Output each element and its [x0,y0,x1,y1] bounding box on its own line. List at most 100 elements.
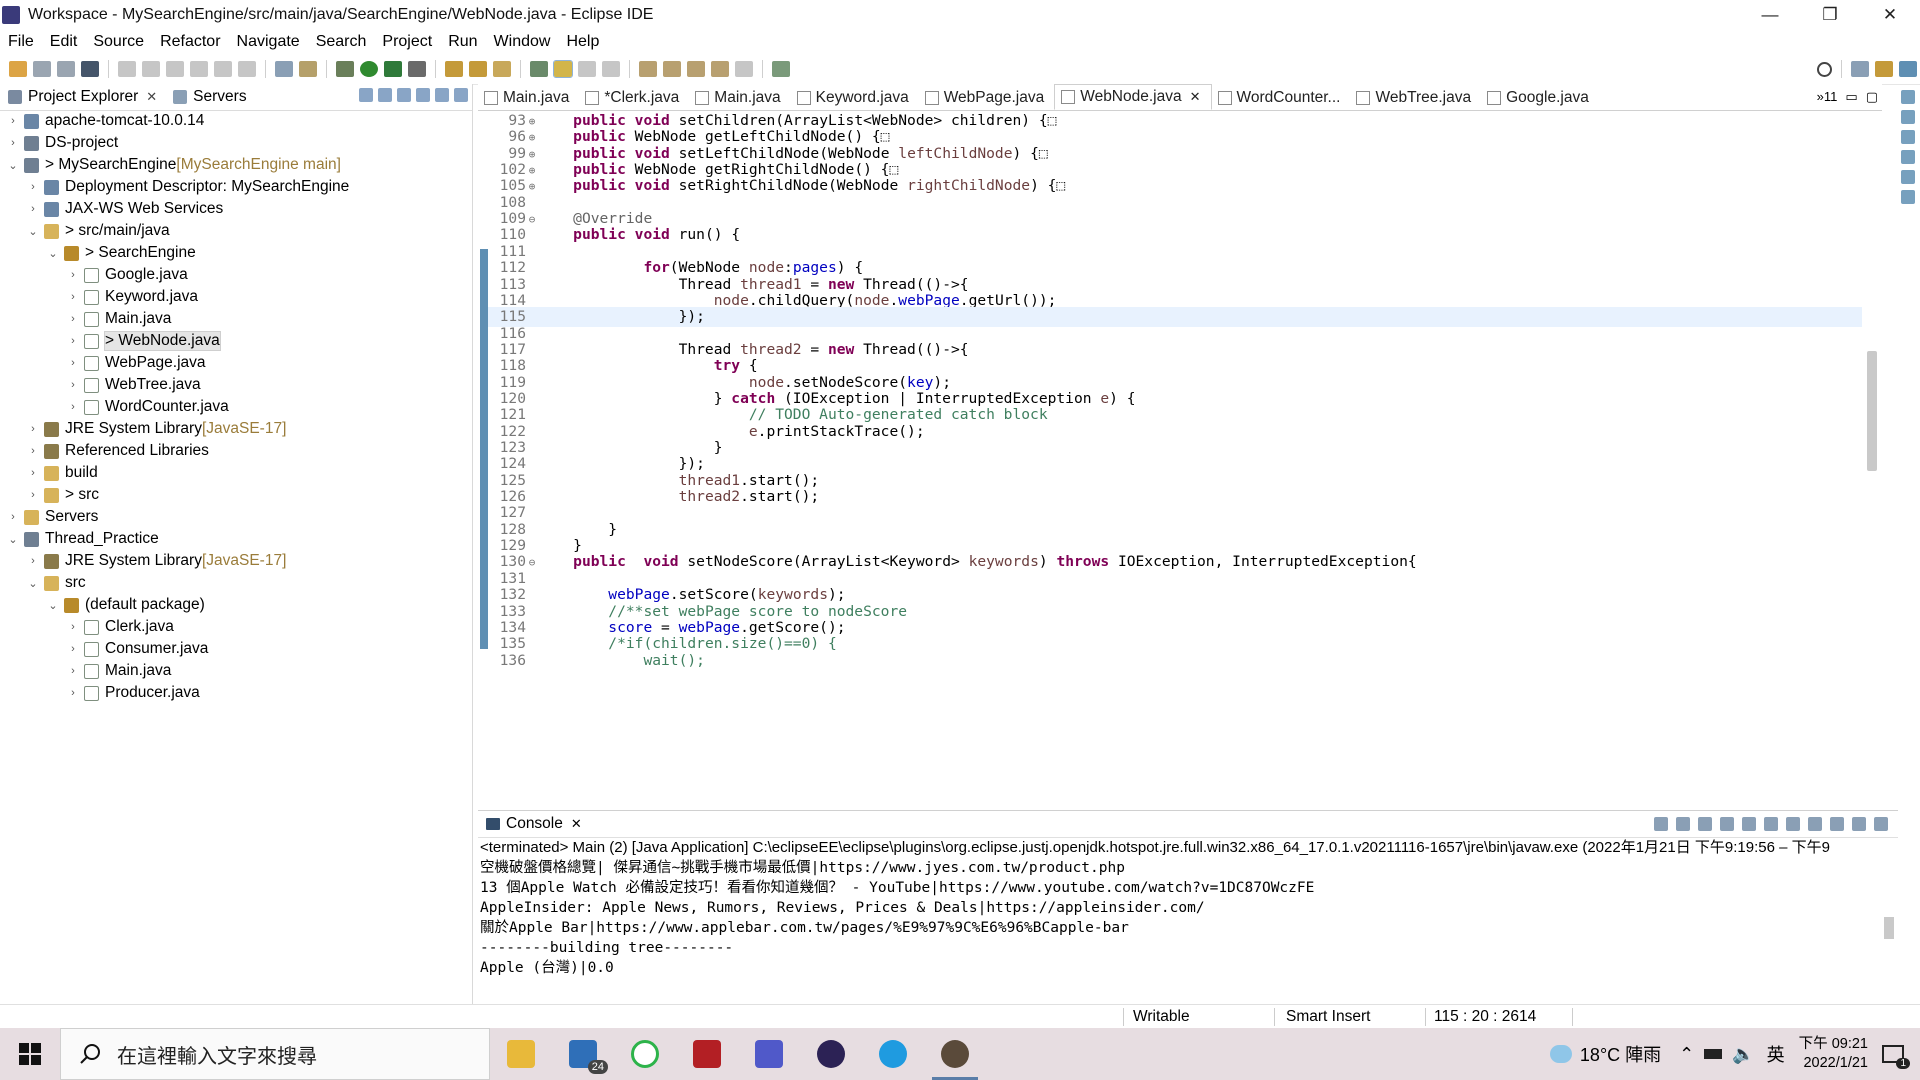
editor-tab[interactable]: Main.java [689,86,790,110]
tree-item[interactable]: › Keyword.java [0,286,472,308]
menu-edit[interactable]: Edit [42,33,86,51]
editor-tab[interactable]: WordCounter... [1212,86,1351,110]
editor-vertical-scrollbar[interactable] [1862,111,1882,788]
tree-item[interactable]: › Google.java [0,264,472,286]
tab-overflow[interactable]: »11 [1817,89,1838,105]
display-console-icon[interactable] [1808,817,1822,831]
new-java-project-icon[interactable] [445,61,463,77]
tree-item[interactable]: › Producer.java [0,682,472,704]
view-menu-icon[interactable] [416,88,430,102]
save-icon[interactable] [33,61,51,77]
open-type-icon[interactable] [469,61,487,77]
console-vertical-scrollbar[interactable] [1880,863,1898,989]
maximize-view-icon[interactable] [454,88,468,102]
search-icon[interactable] [1817,61,1832,77]
chevron-right-icon[interactable]: › [26,445,40,457]
menu-navigate[interactable]: Navigate [229,33,308,51]
eclipse-app[interactable] [800,1028,862,1080]
chevron-right-icon[interactable]: › [6,115,20,127]
tree-item[interactable]: ⌄ (default package) [0,594,472,616]
tree-item[interactable]: ⌄ > MySearchEngine [MySearchEngine main] [0,154,472,176]
chevron-right-icon[interactable]: › [26,467,40,479]
remove-all-icon[interactable] [1698,817,1712,831]
chevron-right-icon[interactable]: › [6,511,20,523]
tree-item[interactable]: › JAX-WS Web Services [0,198,472,220]
step-into-icon[interactable] [214,61,232,77]
coverage-icon[interactable] [384,61,402,77]
tree-item[interactable]: › Referenced Libraries [0,440,472,462]
search-toolbar-icon[interactable] [493,61,511,77]
clear-console-icon[interactable] [1720,817,1734,831]
maximize-view-icon[interactable] [1874,817,1888,831]
menu-window[interactable]: Window [486,33,559,51]
spotify-app[interactable] [614,1028,676,1080]
chevron-down-icon[interactable]: ⌄ [6,159,20,172]
menu-project[interactable]: Project [374,33,440,51]
menu-run[interactable]: Run [440,33,485,51]
javadoc-icon[interactable] [1901,150,1915,164]
close-icon[interactable]: ✕ [571,816,582,832]
editor-tab[interactable]: *Clerk.java [579,86,689,110]
clock[interactable]: 下午 09:21 2022/1/21 [1799,1035,1868,1073]
chevron-down-icon[interactable]: ⌄ [26,577,40,590]
chevron-right-icon[interactable]: › [66,665,80,677]
tree-item[interactable]: › JRE System Library [JavaSE-17] [0,418,472,440]
teams-app[interactable] [738,1028,800,1080]
weather-icon[interactable] [1549,1045,1572,1063]
red-app[interactable] [676,1028,738,1080]
close-icon[interactable]: ✕ [1190,89,1201,105]
scrollbar-thumb[interactable] [1884,917,1894,939]
minimize-editor-icon[interactable]: ▭ [1845,89,1857,105]
tree-item[interactable]: › Consumer.java [0,638,472,660]
next-annotation-icon[interactable] [639,61,657,77]
chevron-right-icon[interactable]: › [66,357,80,369]
code-text-area[interactable]: 93 ⊕ public void setChildren(ArrayList<We… [478,111,1862,788]
last-edit-icon[interactable] [687,61,705,77]
terminal-icon[interactable] [81,61,99,77]
tree-item[interactable]: › > src [0,484,472,506]
editor-tab[interactable]: WebTree.java [1350,86,1481,110]
tree-item[interactable]: › apache-tomcat-10.0.14 [0,110,472,132]
menu-search[interactable]: Search [308,33,375,51]
toggle-mark-occurrences-icon[interactable] [530,61,548,77]
previous-annotation-icon[interactable] [663,61,681,77]
new-icon[interactable] [9,61,27,77]
scrollbar-thumb[interactable] [1867,351,1877,471]
file-explorer-app[interactable] [490,1028,552,1080]
open-perspective-icon[interactable] [772,61,790,77]
editor-horizontal-scrollbar[interactable] [518,788,1842,804]
chevron-down-icon[interactable]: ⌄ [26,225,40,238]
tree-item[interactable]: › build [0,462,472,484]
terminate-icon[interactable] [166,61,184,77]
insert-mode-status[interactable]: Smart Insert [1286,1008,1370,1026]
menu-source[interactable]: Source [85,33,152,51]
tab-project-explorer[interactable]: Project Explorer ✕ [0,84,166,110]
pin-console-icon[interactable] [1786,817,1800,831]
tree-item[interactable]: ⌄ Thread_Practice [0,528,472,550]
chevron-right-icon[interactable]: › [66,621,80,633]
toggle-breadcrumb-icon[interactable] [553,60,573,78]
tree-item[interactable]: › Main.java [0,308,472,330]
filter-icon[interactable] [397,88,411,102]
tab-servers[interactable]: Servers [165,84,254,110]
progress-icon[interactable] [1901,190,1915,204]
battery-icon[interactable] [1704,1049,1723,1059]
chevron-down-icon[interactable]: ⌄ [6,533,20,546]
problems-icon[interactable] [1901,130,1915,144]
chevron-up-icon[interactable]: ⌃ [1679,1044,1694,1065]
edge-app[interactable] [862,1028,924,1080]
step-over-icon[interactable] [238,61,256,77]
restore-button[interactable]: ❐ [1800,0,1860,30]
chevron-right-icon[interactable]: › [66,687,80,699]
tree-item[interactable]: › Main.java [0,660,472,682]
chevron-down-icon[interactable]: ⌄ [46,247,60,260]
minimize-view-icon[interactable] [435,88,449,102]
tree-item[interactable]: ⌄ > SearchEngine [0,242,472,264]
link-with-editor-icon[interactable] [378,88,392,102]
tree-item[interactable]: › WebTree.java [0,374,472,396]
task-list-icon[interactable] [1901,110,1915,124]
java-ee-perspective-icon[interactable] [1875,61,1893,77]
outline-icon[interactable] [1901,90,1915,104]
editor-tab[interactable]: Google.java [1481,86,1599,110]
tree-item[interactable]: › JRE System Library [JavaSE-17] [0,550,472,572]
